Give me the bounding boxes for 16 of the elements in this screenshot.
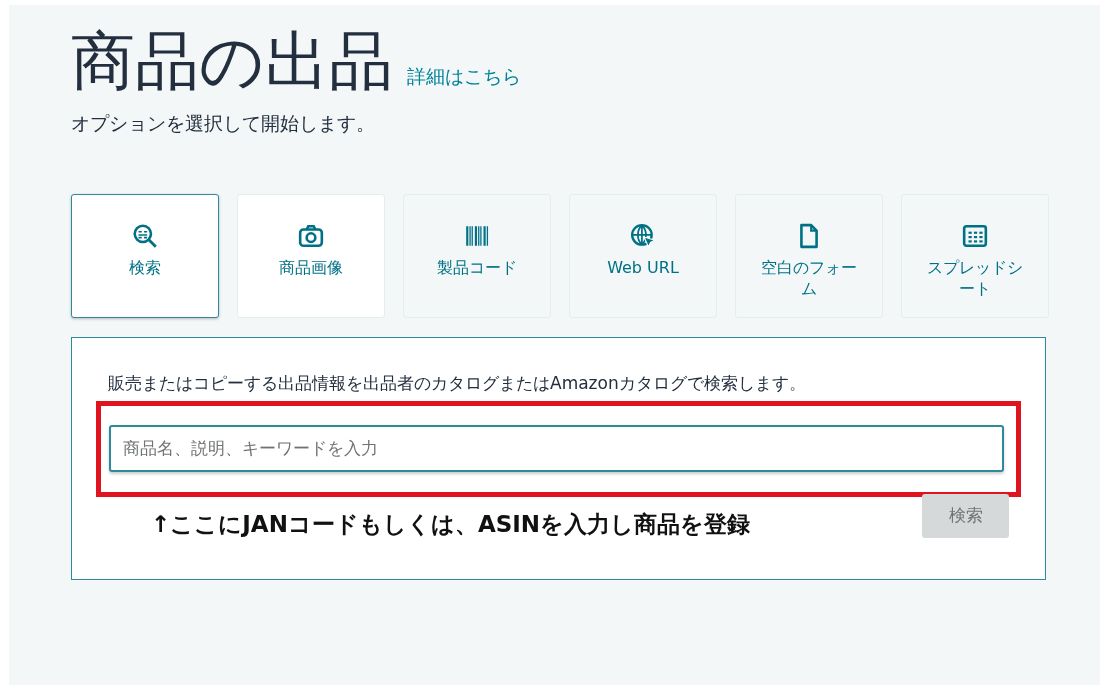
option-card[interactable]: 検索 bbox=[71, 193, 219, 318]
option-card[interactable]: 製品コード bbox=[403, 193, 551, 318]
spreadsheet-icon bbox=[962, 222, 988, 249]
search-description: 販売またはコピーする出品情報を出品者のカタログまたはAmazonカタログで検索します。 bbox=[108, 371, 807, 395]
option-card[interactable]: 空白のフォーム bbox=[735, 193, 883, 318]
page-title: 商品の出品 bbox=[71, 25, 393, 99]
search-field[interactable]: 商品名、説明、キーワードを入力 bbox=[109, 424, 1004, 472]
globe-cursor-icon bbox=[630, 222, 656, 249]
page-subtitle: オプションを選択して開始します。 bbox=[71, 110, 376, 136]
option-card[interactable]: スプレッドシート bbox=[901, 193, 1049, 318]
option-card[interactable]: Web URL bbox=[569, 193, 717, 318]
details-link[interactable]: 詳細はこちら bbox=[407, 64, 521, 90]
search-icon bbox=[132, 222, 158, 249]
annotation-text: ↑ここにJANコードもしくは、ASINを入力し商品を登録 bbox=[151, 509, 751, 539]
option-card[interactable]: 商品画像 bbox=[237, 193, 385, 318]
camera-icon bbox=[298, 222, 324, 249]
